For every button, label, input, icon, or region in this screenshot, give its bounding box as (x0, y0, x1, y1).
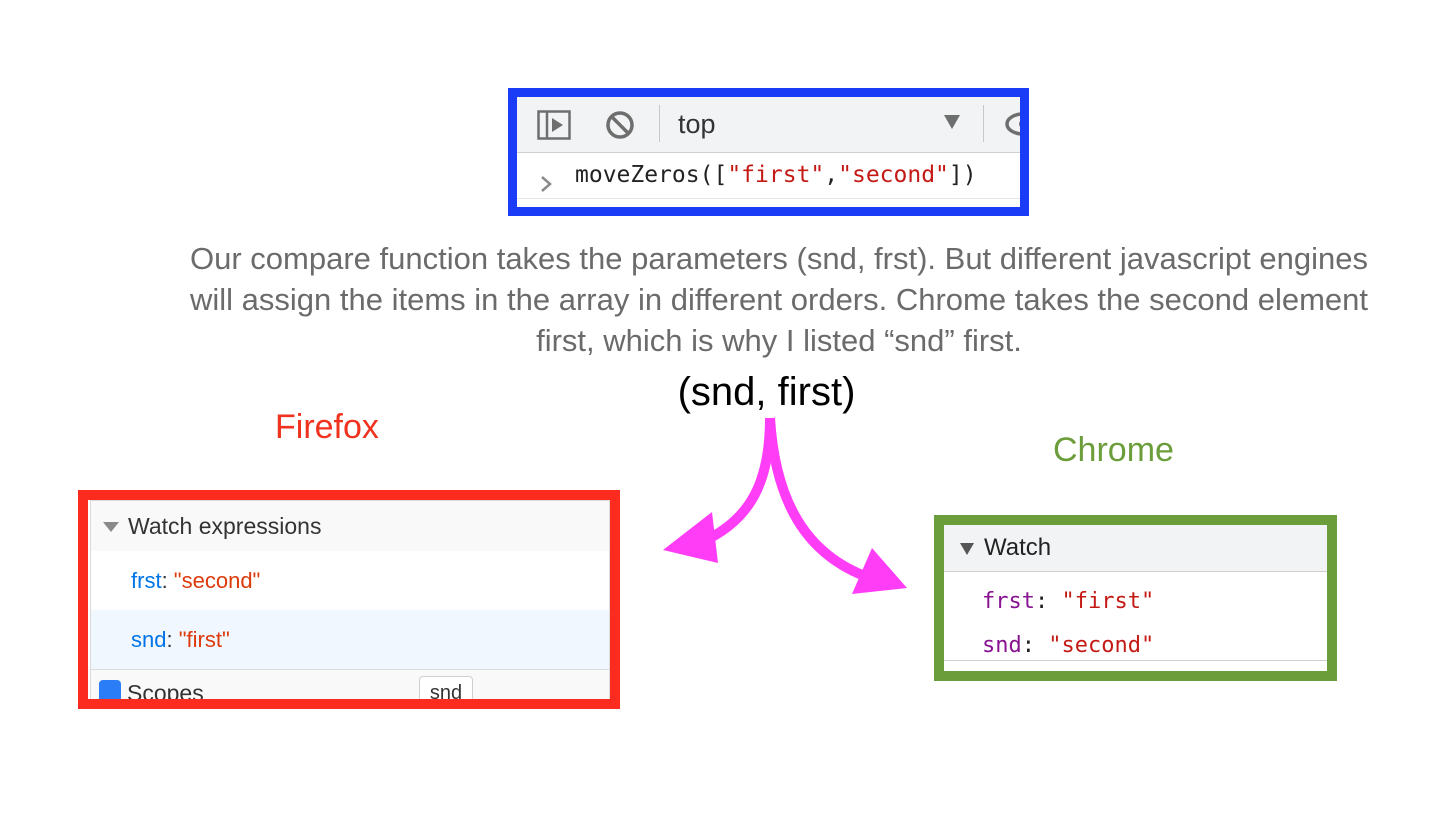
watch-row[interactable]: frst: "second" (91, 551, 609, 610)
watch-separator: : (1034, 589, 1062, 614)
watch-value: "first" (1061, 589, 1155, 614)
collapse-triangle-icon[interactable] (960, 543, 974, 555)
collapse-triangle-icon[interactable] (103, 522, 119, 532)
watch-key: snd (982, 633, 1022, 658)
watch-separator: : (1021, 633, 1049, 658)
watch-separator: : (166, 627, 179, 652)
watch-row[interactable]: frst: "first" (982, 589, 1154, 614)
firefox-watch-inner: Watch expressions frst: "second" snd: "f… (90, 500, 610, 699)
watch-value: "second" (1048, 633, 1155, 658)
watch-key: frst (982, 589, 1035, 614)
watch-expressions-header[interactable]: Watch expressions (91, 500, 609, 552)
watch-header[interactable]: Watch (944, 525, 1327, 572)
firefox-watch-panel: Watch expressions frst: "second" snd: "f… (78, 490, 620, 709)
watch-value: "first" (178, 627, 230, 652)
watch-row[interactable]: snd: "second" (982, 633, 1154, 658)
checkbox-icon[interactable] (99, 680, 121, 699)
snd-tag: snd (419, 676, 473, 699)
watch-label: Watch (984, 534, 1052, 561)
arrow-head-firefox-icon (663, 512, 718, 563)
watch-expressions-label: Watch expressions (128, 513, 322, 539)
chrome-watch-panel: Watch frst: "first" snd: "second" (934, 515, 1337, 681)
scopes-label: Scopes (127, 680, 204, 706)
watch-separator: : (161, 568, 174, 593)
scopes-header[interactable]: Scopes snd (91, 670, 609, 706)
watch-key: frst (131, 568, 162, 593)
divider (944, 660, 1327, 661)
watch-value: "second" (173, 568, 261, 593)
watch-row[interactable]: snd: "first" (91, 610, 609, 670)
arrow-to-chrome (765, 417, 872, 583)
watch-key: snd (131, 627, 167, 652)
